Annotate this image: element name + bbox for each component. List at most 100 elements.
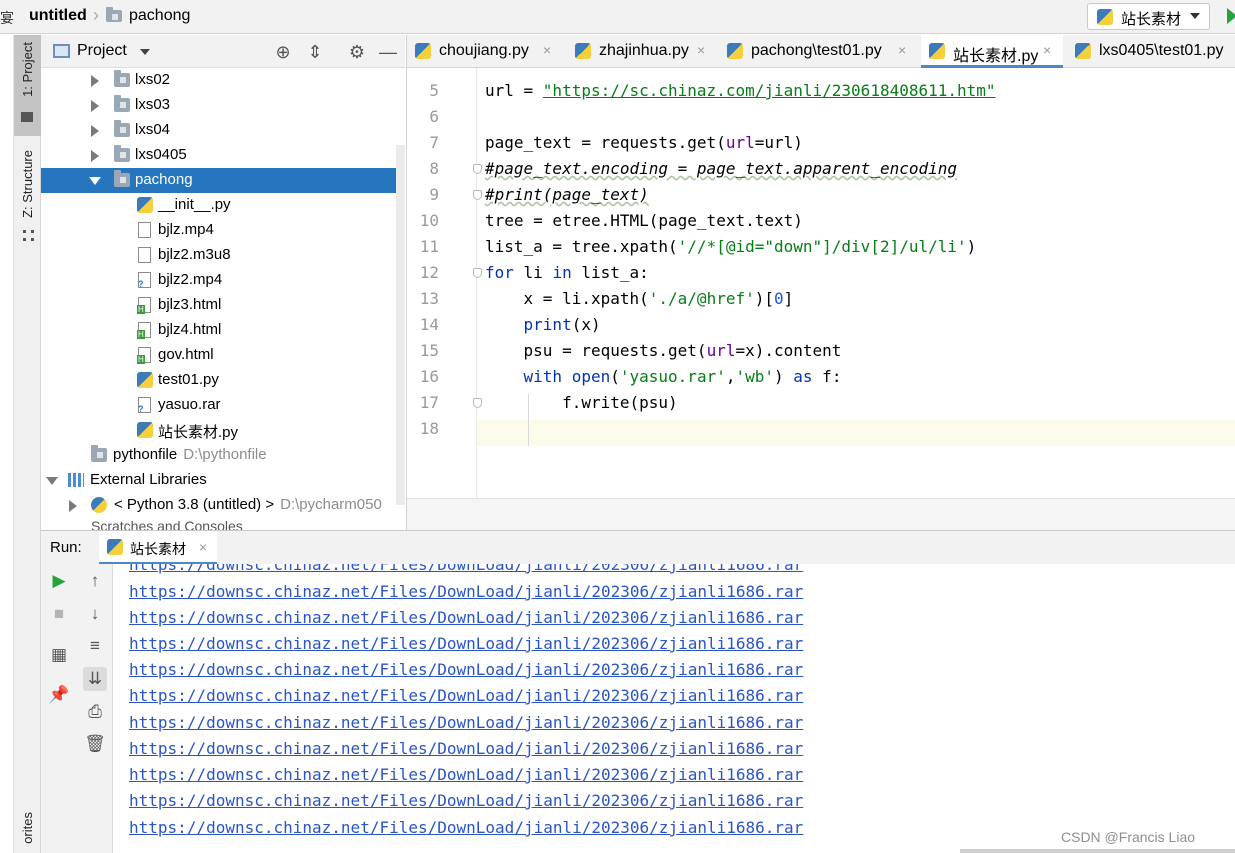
tree-row-bjlz2-mp4[interactable]: bjlz2.mp4 [41, 268, 405, 293]
console-link[interactable]: https://downsc.chinaz.net/Files/DownLoad… [129, 713, 803, 732]
print-icon[interactable]: ⎙ [83, 700, 107, 724]
run-panel-label: Run: [50, 539, 82, 556]
run-icon[interactable] [1227, 8, 1235, 24]
collapse-all-icon[interactable]: ⇕ [304, 41, 326, 63]
tree-row-pythonfile[interactable]: pythonfile D:\pythonfile [41, 443, 405, 468]
tab-choujiang[interactable]: choujiang.py × [407, 35, 562, 68]
tree-item-label: bjlz2.m3u8 [158, 246, 231, 263]
python-file-icon [929, 43, 945, 59]
console-link[interactable]: https://downsc.chinaz.net/Files/DownLoad… [129, 660, 803, 679]
run-tab-label: 站长素材 [130, 541, 186, 557]
tree-item-label: lxs03 [135, 96, 171, 113]
hide-panel-icon[interactable]: — [377, 41, 399, 63]
stop-icon[interactable]: ■ [47, 602, 71, 626]
tree-row-test01-py[interactable]: test01.py [41, 368, 405, 393]
project-tool-window-label[interactable]: 1: Project [20, 42, 35, 97]
soft-wrap-icon[interactable]: ≡ [83, 634, 107, 658]
tree-row-bjlz-mp4[interactable]: bjlz.mp4 [41, 218, 405, 243]
tree-scrollbar[interactable] [396, 145, 405, 505]
down-arrow-icon[interactable]: ↓ [83, 602, 107, 626]
folder-icon [91, 445, 107, 462]
locate-file-icon[interactable]: ⊕ [272, 41, 294, 63]
fold-marker-icon[interactable] [473, 268, 482, 278]
text-file-icon [138, 247, 151, 263]
code-text: print(x) [523, 315, 601, 334]
python-file-icon [1075, 43, 1091, 59]
layout-icon[interactable]: ▦ [47, 643, 71, 667]
code-string-url[interactable]: "https://sc.chinaz.com/jianli/2306184086… [543, 81, 996, 100]
close-icon[interactable]: × [543, 42, 551, 58]
tab-pachong-test01[interactable]: pachong\test01.py × [719, 35, 917, 68]
console-link[interactable]: https://downsc.chinaz.net/Files/DownLoad… [129, 765, 803, 784]
chevron-down-icon[interactable] [140, 49, 150, 55]
text-file-icon [138, 222, 151, 238]
console-link[interactable]: https://downsc.chinaz.net/Files/DownLoad… [129, 582, 803, 601]
console-link[interactable]: https://downsc.chinaz.net/Files/DownLoad… [129, 634, 803, 653]
favorites-tool-window-label[interactable]: orites [20, 812, 35, 844]
tree-row-init-py[interactable]: __init__.py [41, 193, 405, 218]
tab-zhajinhua[interactable]: zhajinhua.py × [567, 35, 719, 68]
nav-edge-glyph: 宴 [0, 10, 14, 26]
tree-row-pachong[interactable]: pachong [41, 168, 405, 193]
collapse-arrow-icon[interactable] [89, 177, 101, 185]
project-view-selector[interactable]: Project [77, 42, 127, 60]
console-link[interactable]: https://downsc.chinaz.net/Files/DownLoad… [129, 686, 803, 705]
tree-row-python-sdk[interactable]: < Python 3.8 (untitled) > D:\pycharm050 [41, 493, 405, 516]
tab-lxs0405-test01[interactable]: lxs0405\test01.py [1067, 35, 1235, 68]
run-tab[interactable]: 站长素材 × [99, 531, 217, 565]
close-icon[interactable]: × [697, 42, 705, 58]
expand-arrow-icon[interactable] [91, 125, 99, 137]
console-output[interactable]: https://downsc.chinaz.net/Files/DownLoad… [113, 564, 1235, 853]
tree-row-scratches[interactable]: Scratches and Consoles [41, 516, 405, 530]
tree-row-lxs04[interactable]: lxs04 [41, 118, 405, 143]
tree-item-label: External Libraries [90, 471, 207, 488]
expand-arrow-icon[interactable] [91, 75, 99, 87]
tree-item-label: pachong [135, 171, 193, 188]
line-number: 12 [419, 263, 439, 282]
code-line: 7 page_text = requests.get(url=url) [407, 130, 1235, 156]
tree-row-bjlz2-m3u8[interactable]: bjlz2.m3u8 [41, 243, 405, 268]
tree-row-yasuo-rar[interactable]: yasuo.rar [41, 393, 405, 418]
tree-row-lxs0405[interactable]: lxs0405 [41, 143, 405, 168]
breadcrumb-project[interactable]: untitled [29, 7, 87, 25]
rerun-icon[interactable]: ▶ [47, 569, 71, 593]
tree-row-lxs03[interactable]: lxs03 [41, 93, 405, 118]
tab-label: 站长素材.py [953, 48, 1039, 65]
horizontal-scrollbar[interactable] [960, 849, 1235, 853]
code-editor[interactable]: 5 url = "https://sc.chinaz.com/jianli/23… [406, 68, 1235, 530]
expand-arrow-icon[interactable] [69, 500, 77, 512]
trash-icon[interactable]: 🗑 [83, 732, 107, 756]
pin-icon[interactable]: 📌 [47, 683, 71, 707]
console-link[interactable]: https://downsc.chinaz.net/Files/DownLoad… [129, 818, 803, 837]
up-arrow-icon[interactable]: ↑ [83, 569, 107, 593]
expand-arrow-icon[interactable] [91, 100, 99, 112]
folder-icon [114, 170, 130, 187]
tree-row-zhanzhang-py[interactable]: 站长素材.py [41, 418, 405, 443]
tree-row-external-libraries[interactable]: External Libraries [41, 468, 405, 493]
tab-zhanzhang[interactable]: 站长素材.py × [921, 35, 1063, 68]
fold-marker-icon[interactable] [473, 164, 482, 174]
expand-arrow-icon[interactable] [91, 150, 99, 162]
console-link[interactable]: https://downsc.chinaz.net/Files/DownLoad… [129, 608, 803, 627]
console-link[interactable]: https://downsc.chinaz.net/Files/DownLoad… [129, 791, 803, 810]
editor-tab-bar: choujiang.py × zhajinhua.py × pachong\te… [406, 35, 1235, 68]
run-configuration-select[interactable]: 站长素材 [1087, 3, 1210, 30]
close-icon[interactable]: × [898, 42, 906, 58]
fold-marker-icon[interactable] [473, 398, 482, 408]
tree-row-bjlz3-html[interactable]: bjlz3.html [41, 293, 405, 318]
console-link[interactable]: https://downsc.chinaz.net/Files/DownLoad… [129, 564, 803, 574]
folder-icon [114, 145, 130, 162]
structure-tool-window-label[interactable]: Z: Structure [20, 150, 35, 218]
collapse-arrow-icon[interactable] [46, 477, 58, 485]
breadcrumb-folder[interactable]: pachong [129, 7, 190, 25]
console-link[interactable]: https://downsc.chinaz.net/Files/DownLoad… [129, 739, 803, 758]
fold-marker-icon[interactable] [473, 190, 482, 200]
close-icon[interactable]: × [1043, 42, 1051, 58]
gear-icon[interactable]: ⚙ [346, 41, 368, 63]
tree-row-bjlz4-html[interactable]: bjlz4.html [41, 318, 405, 343]
line-number: 11 [419, 237, 439, 256]
tree-row-lxs02[interactable]: lxs02 [41, 68, 405, 93]
close-icon[interactable]: × [199, 539, 207, 555]
scroll-to-end-icon[interactable]: ⇊ [83, 667, 107, 691]
tree-row-gov-html[interactable]: gov.html [41, 343, 405, 368]
